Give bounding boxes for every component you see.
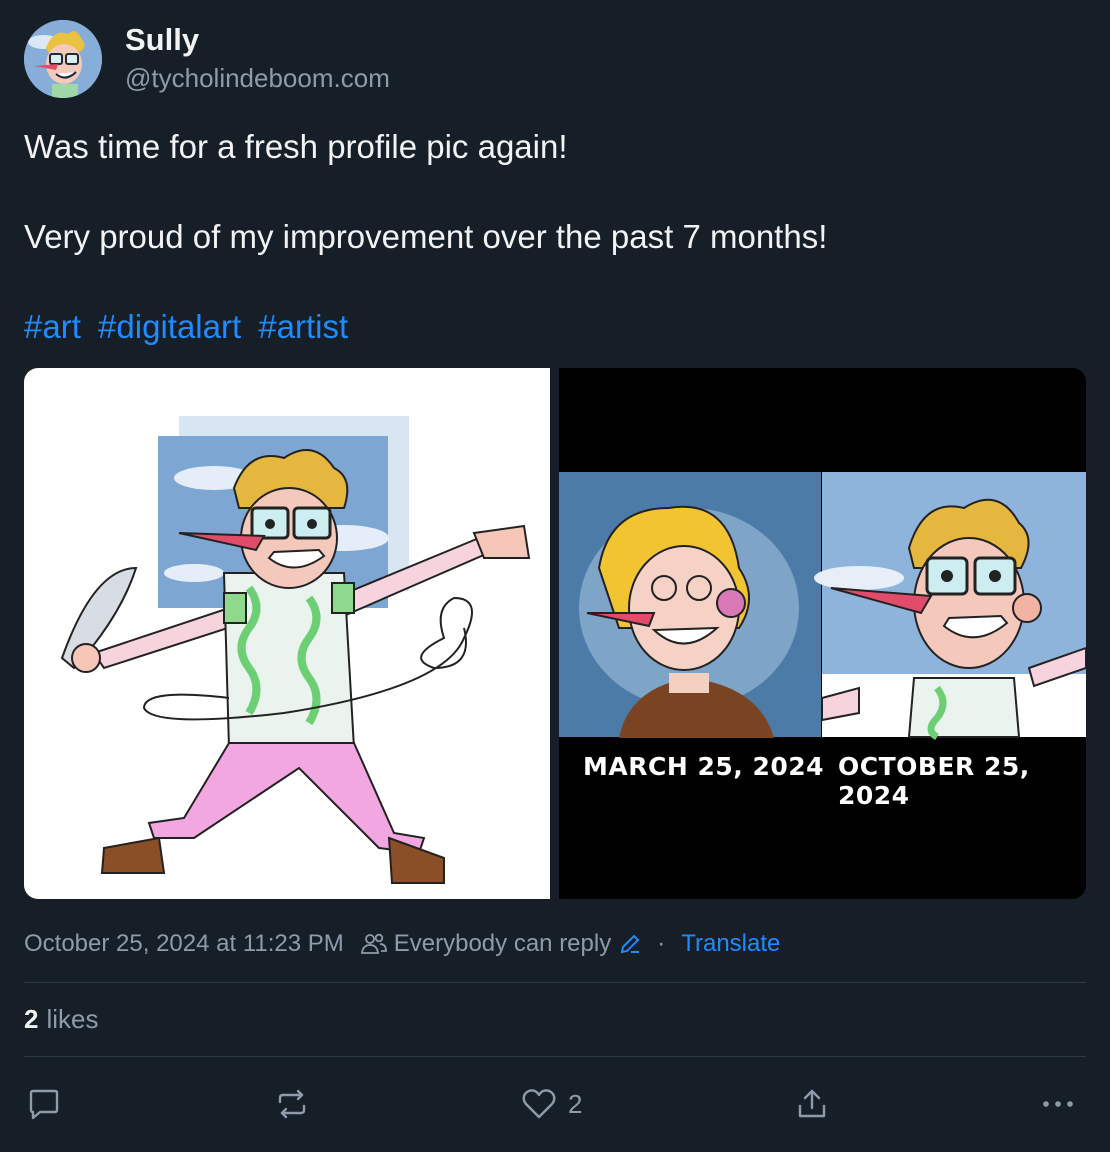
author-handle[interactable]: @tycholindeboom.com [125, 63, 390, 94]
hashtags: #art #digitalart #artist [24, 304, 1084, 349]
translate-link[interactable]: Translate [681, 930, 780, 958]
people-icon [360, 932, 388, 956]
edit-pencil-icon[interactable] [619, 933, 641, 955]
reply-icon [29, 1089, 59, 1120]
repost-button[interactable] [274, 1084, 310, 1124]
hashtag-artist[interactable]: #artist [258, 308, 348, 345]
separator: · [657, 930, 666, 957]
divider [24, 982, 1086, 983]
likes-count: 2 [24, 1004, 39, 1034]
caption-march: MARCH 25, 2024 [583, 752, 825, 781]
caption-october: OCTOBER 25, 2024 [838, 752, 1030, 810]
repost-icon [278, 1089, 306, 1119]
reply-button[interactable] [26, 1084, 62, 1124]
post-line-2: Very proud of my improvement over the pa… [24, 218, 828, 255]
avatar[interactable] [24, 20, 102, 98]
heart-icon [522, 1089, 556, 1119]
post-image-1[interactable] [24, 368, 550, 899]
post-text: Was time for a fresh profile pic again! … [24, 124, 1084, 349]
likes-label: likes [46, 1004, 99, 1034]
more-options-button[interactable] [1040, 1084, 1076, 1124]
more-icon [1043, 1101, 1073, 1107]
hashtag-art[interactable]: #art [24, 308, 81, 345]
post-image-2[interactable] [559, 368, 1086, 899]
like-count: 2 [568, 1088, 583, 1119]
share-icon [798, 1089, 826, 1118]
reply-setting[interactable]: Everybody can reply [394, 930, 611, 958]
like-button[interactable]: 2 [520, 1084, 582, 1124]
share-button[interactable] [794, 1084, 830, 1124]
likes-stat[interactable]: 2 likes [24, 1004, 98, 1035]
post-line-1: Was time for a fresh profile pic again! [24, 128, 568, 165]
post-meta: October 25, 2024 at 11:23 PM Everybody c… [24, 930, 780, 958]
hashtag-digitalart[interactable]: #digitalart [98, 308, 241, 345]
divider [24, 1056, 1086, 1057]
author-display-name[interactable]: Sully [125, 22, 199, 58]
post-timestamp[interactable]: October 25, 2024 at 11:23 PM [24, 930, 344, 958]
